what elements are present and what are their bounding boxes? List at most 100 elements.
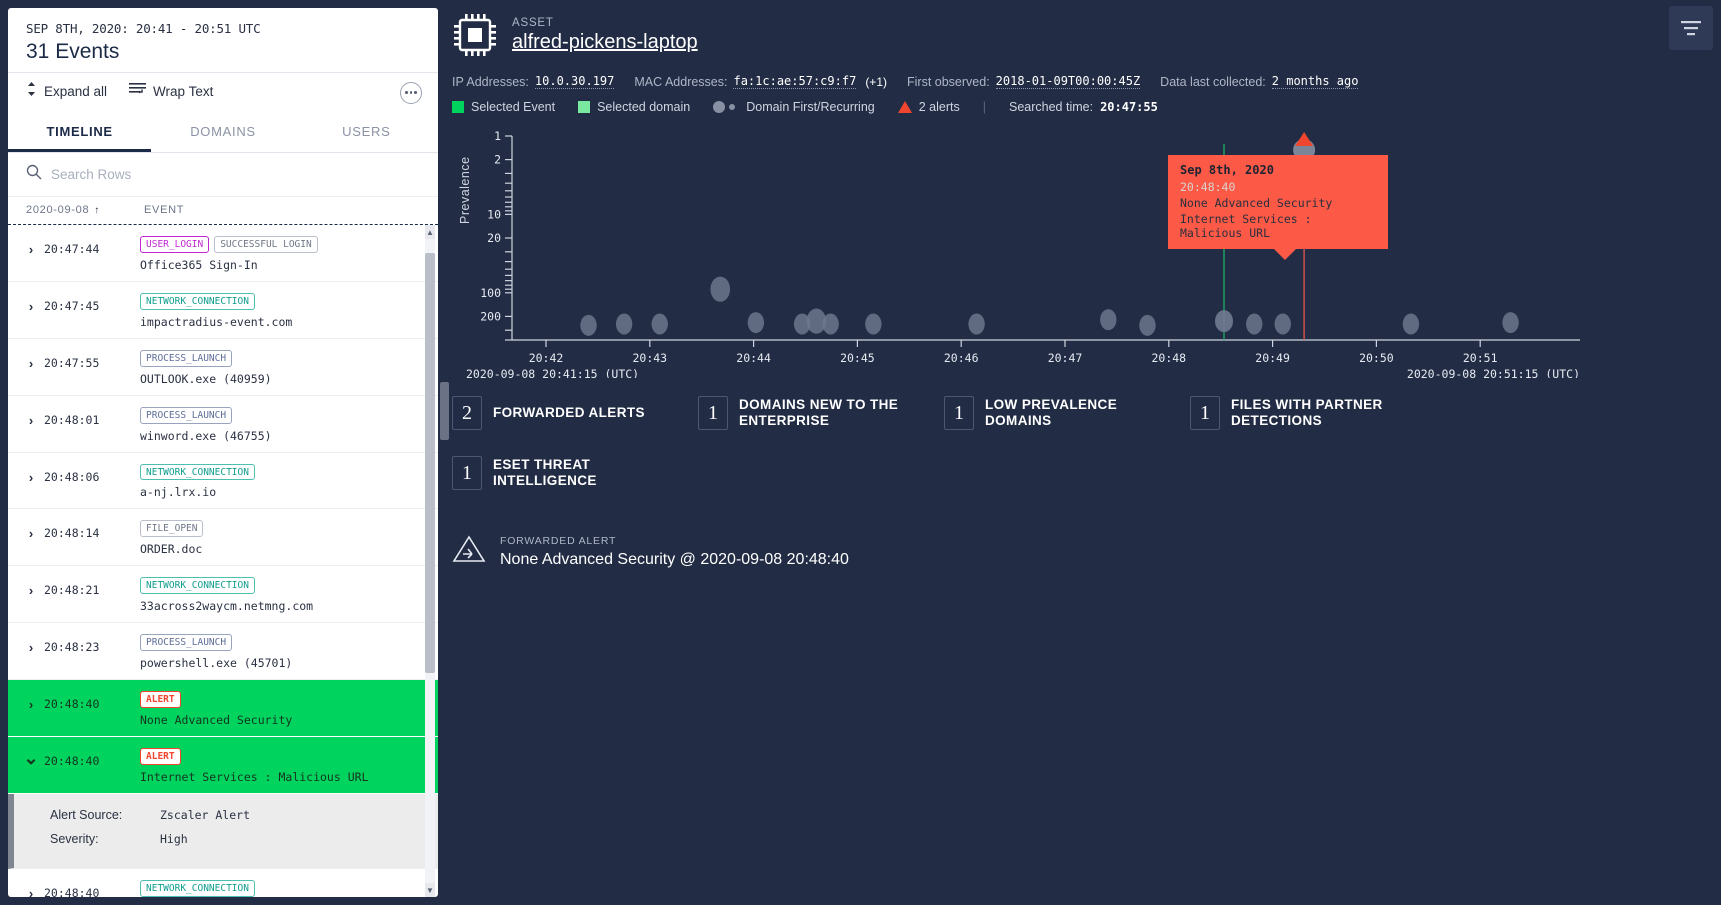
expand-row-icon[interactable]: ›	[18, 234, 44, 257]
asset-kicker: ASSET	[512, 16, 554, 29]
prevalence-bubble[interactable]	[580, 314, 597, 336]
table-row[interactable]: › 20:48:14 FILE_OPEN ORDER.doc	[8, 509, 438, 567]
searched-time-value: 20:47:55	[1100, 100, 1158, 114]
table-row[interactable]: › 20:48:40 ALERT None Advanced Security	[8, 680, 438, 737]
chart-canvas[interactable]: 1 2 10 20 100 200 20:42 20:43 20:44 20:45 20:46 20:…	[452, 128, 1592, 378]
prevalence-bubble[interactable]	[747, 312, 765, 334]
row-timestamp: 20:48:21	[44, 583, 100, 598]
row-description: None Advanced Security	[140, 712, 293, 727]
expand-row-icon[interactable]: ›	[18, 462, 44, 485]
table-row[interactable]: › 20:47:44 USER_LOGIN SUCCESSFUL LOGIN Offic…	[8, 225, 438, 282]
legend-domain-first-recurring: Domain First/Recurring	[713, 100, 875, 114]
tab-timeline[interactable]: TIMELINE	[8, 112, 152, 152]
table-row[interactable]: ›20:48:40 NETWORK_CONNECTIONoli-materlik.…	[8, 869, 438, 897]
events-scrollbar-thumb[interactable]	[425, 253, 435, 673]
asset-detail-panel: ASSET alfred-pickens-laptop IP Addresses…	[452, 0, 1721, 905]
collapse-row-icon[interactable]: ⌄	[18, 746, 44, 769]
table-row[interactable]: › 20:48:01 PROCESS_LAUNCH winword.exe (4675…	[8, 396, 438, 453]
expand-row-icon[interactable]: ›	[18, 518, 44, 541]
row-body: ALERT None Advanced Security	[140, 689, 428, 727]
prevalence-bubble[interactable]	[865, 313, 882, 335]
prevalence-bubble[interactable]	[822, 313, 839, 335]
event-type-badge: ALERT	[140, 691, 181, 708]
row-body: PROCESS_LAUNCH powershell.exe (45701)	[140, 632, 428, 670]
expand-row-icon[interactable]: ›	[18, 291, 44, 314]
search-input[interactable]	[51, 167, 420, 182]
prevalence-bubble[interactable]	[1100, 309, 1117, 331]
meta-value[interactable]: 2018-01-09T00:00:45Z	[995, 74, 1141, 89]
prevalence-bubble[interactable]	[968, 313, 985, 335]
scroll-down-button[interactable]: ▼	[425, 883, 435, 897]
prevalence-bubble[interactable]	[1502, 312, 1519, 334]
time-range-label: SEP 8TH, 2020: 20:41 - 20:51 UTC	[26, 21, 261, 36]
expand-row-icon[interactable]: ›	[18, 878, 44, 897]
prevalence-bubble[interactable]	[615, 313, 633, 335]
asset-name-link[interactable]: alfred-pickens-laptop	[512, 31, 698, 54]
asset-chip-icon	[452, 12, 498, 58]
filter-button[interactable]	[1669, 6, 1713, 50]
search-rows-container	[8, 153, 438, 197]
stat-card[interactable]: 1 LOW PREVALENCE DOMAINS	[944, 396, 1190, 430]
meta-value[interactable]: 10.0.30.197	[534, 74, 615, 89]
expand-row-icon[interactable]: ›	[18, 405, 44, 428]
event-type-badge: USER_LOGIN	[140, 236, 210, 253]
meta-value[interactable]: fa:1c:ae:57:c9:f7	[733, 74, 857, 89]
table-row[interactable]: › 20:48:06 NETWORK_CONNECTION a-nj.lrx.io	[8, 453, 438, 510]
row-timestamp: 20:48:14	[44, 526, 100, 541]
row-body: NETWORK_CONNECTION impactradius-event.com	[140, 291, 428, 329]
expand-row-icon[interactable]: ›	[18, 632, 44, 655]
prevalence-bubble[interactable]	[1139, 314, 1156, 336]
y-axis-tick-label: 1	[494, 129, 501, 143]
stat-label: ESET THREAT INTELLIGENCE	[493, 456, 597, 488]
legend-selected-event-label: Selected Event	[471, 100, 556, 114]
stat-card[interactable]: 2 FORWARDED ALERTS	[452, 396, 698, 430]
events-list[interactable]: › 20:47:44 USER_LOGIN SUCCESSFUL LOGIN Offic…	[8, 225, 438, 897]
asset-header: ASSET alfred-pickens-laptop	[452, 0, 1721, 58]
tooltip-alert-1: None Advanced Security	[1180, 196, 1333, 210]
table-row[interactable]: › 20:48:21 NETWORK_CONNECTION 33across2wayc…	[8, 566, 438, 624]
x-axis-tick-label: 20:47	[1048, 351, 1083, 365]
prevalence-bubble[interactable]	[1246, 313, 1263, 335]
prevalence-bubble[interactable]	[1402, 313, 1420, 335]
dot	[405, 91, 408, 94]
stat-card[interactable]: 1 DOMAINS NEW TO THE ENTERPRISE	[698, 396, 944, 430]
alert-triangle-marker[interactable]	[1295, 132, 1314, 146]
row-badges: USER_LOGIN SUCCESSFUL LOGIN	[140, 234, 428, 253]
prevalence-bubble[interactable]	[651, 313, 668, 335]
table-row[interactable]: › 20:47:45 NETWORK_CONNECTION impactradius-…	[8, 282, 438, 339]
tab-users[interactable]: USERS	[295, 112, 438, 152]
tab-domains[interactable]: DOMAINS	[151, 112, 294, 152]
panel-resize-handle[interactable]	[440, 382, 449, 440]
y-axis-tick-label: 10	[487, 207, 501, 221]
alert-triangle-icon	[897, 101, 912, 113]
forwarded-alert-title: None Advanced Security @ 2020-09-08 20:4…	[500, 550, 849, 568]
prevalence-chart[interactable]: Prevalence 1 2 10 20 100 200 20:42 20:43 20:44 20…	[452, 128, 1721, 378]
column-header-date[interactable]: 2020-09-08 ↑	[26, 204, 144, 216]
expand-row-icon[interactable]: ›	[18, 575, 44, 598]
table-row[interactable]: › 20:48:23 PROCESS_LAUNCH powershell.exe (4…	[8, 623, 438, 680]
row-timestamp: 20:47:55	[44, 355, 100, 370]
more-options-button[interactable]	[400, 81, 422, 104]
meta-key: MAC Addresses:	[634, 74, 728, 89]
row-detail-panel: Alert Source: Zscaler Alert Severity: High	[8, 793, 438, 869]
stat-card[interactable]: 1 FILES WITH PARTNER DETECTIONS	[1190, 396, 1436, 430]
selected-event-swatch	[452, 101, 464, 113]
table-row[interactable]: ⌄ 20:48:40 ALERT Internet Services : Malici…	[8, 736, 438, 794]
stat-card[interactable]: 1 ESET THREAT INTELLIGENCE	[452, 456, 1721, 490]
row-timestamp: 20:47:44	[44, 242, 100, 256]
prevalence-bubble[interactable]	[1274, 313, 1291, 335]
meta-value[interactable]: 2 months ago	[1271, 74, 1359, 89]
scroll-up-button[interactable]: ▲	[425, 225, 435, 239]
x-axis-start-label: 2020-09-08 20:41:15 (UTC)	[466, 367, 639, 378]
table-row[interactable]: › 20:47:55 PROCESS_LAUNCH OUTLOOK.exe (4095…	[8, 339, 438, 396]
domain-recurring-dot-icon	[713, 101, 726, 113]
prevalence-bubble[interactable]	[1215, 310, 1233, 333]
tooltip-pointer	[1274, 249, 1296, 260]
expand-all-button[interactable]: Expand all	[26, 81, 107, 102]
row-timestamp: 20:48:40	[44, 753, 100, 768]
wrap-text-button[interactable]: Wrap Text	[129, 82, 213, 101]
expand-row-icon[interactable]: ›	[18, 348, 44, 371]
expand-row-icon[interactable]: ›	[18, 689, 44, 712]
prevalence-bubble[interactable]	[710, 276, 731, 302]
selected-domain-swatch	[578, 101, 591, 113]
